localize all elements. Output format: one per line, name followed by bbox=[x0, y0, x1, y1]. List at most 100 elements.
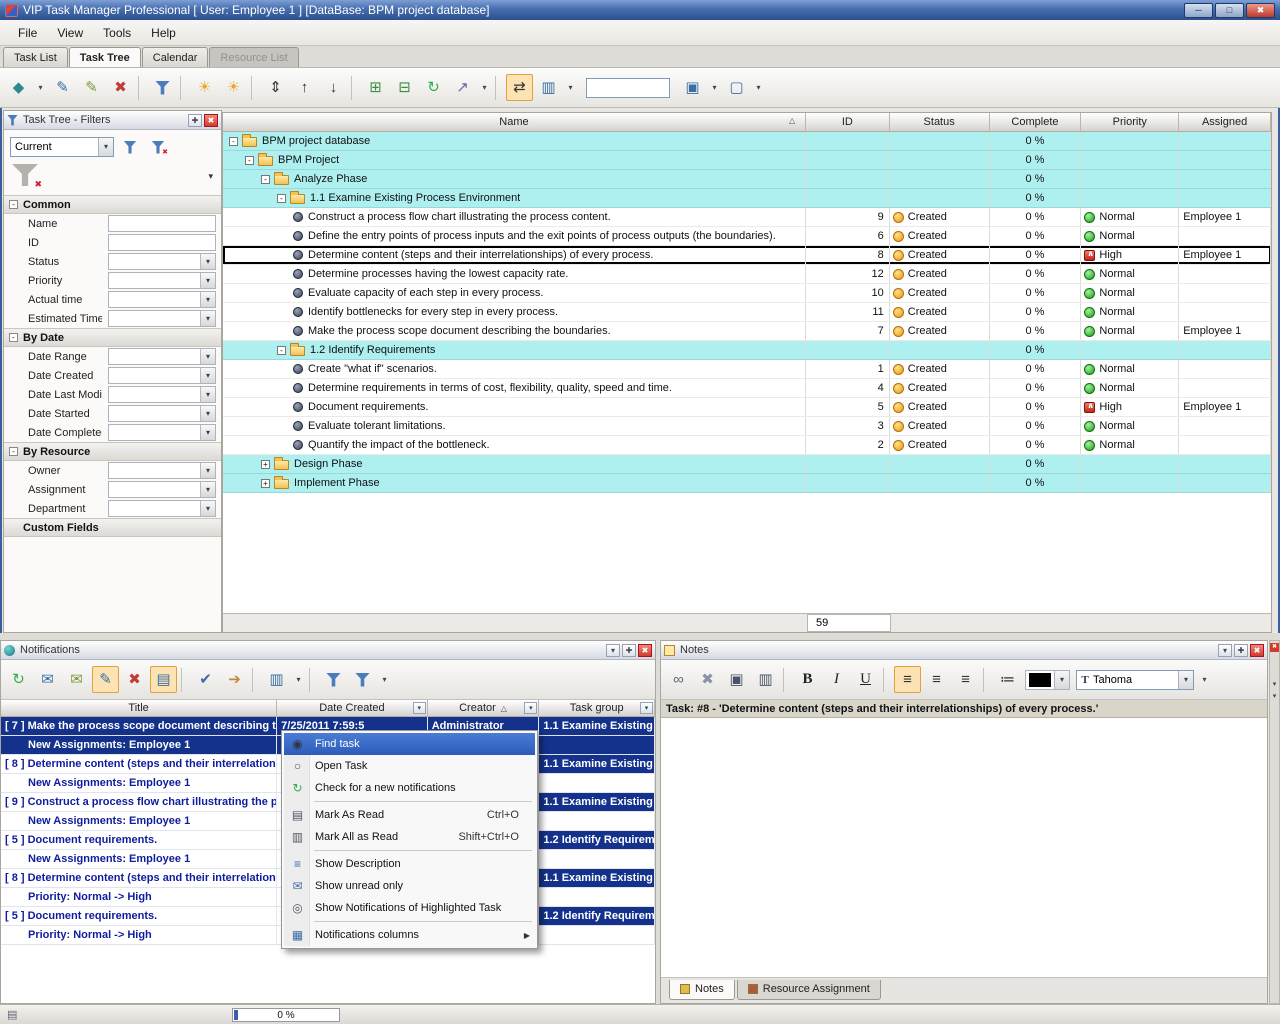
notes-tab[interactable]: Resource Assignment bbox=[737, 980, 881, 1000]
align-center-button[interactable]: ≡ bbox=[923, 666, 950, 693]
reply-notification-button[interactable]: ✉ bbox=[63, 666, 90, 693]
bullet-list-button[interactable]: ≔ bbox=[994, 666, 1021, 693]
tree-row[interactable]: - 1.2 Identify Requirements 0 % bbox=[223, 341, 1271, 360]
move-down-button[interactable]: ↓ bbox=[320, 74, 347, 101]
tree-row[interactable]: Create "what if" scenarios. 1 Created 0 … bbox=[223, 360, 1271, 379]
view-tab[interactable]: Calendar bbox=[142, 47, 209, 67]
pin-icon[interactable]: ✚ bbox=[622, 644, 636, 657]
columns-button[interactable]: ▥ bbox=[535, 74, 562, 101]
view-tab[interactable]: Task Tree bbox=[69, 47, 141, 67]
tree-row[interactable]: Construct a process flow chart illustrat… bbox=[223, 208, 1271, 227]
filter-value-select[interactable]: ▾ bbox=[108, 462, 216, 479]
filter-value-select[interactable]: ▾ bbox=[108, 291, 216, 308]
underline-button[interactable]: U bbox=[852, 666, 879, 693]
column-header[interactable]: Task group ▾ bbox=[539, 700, 655, 716]
menu-mark-all-as-read[interactable]: ▥ Mark All as Read Shift+Ctrl+O bbox=[284, 826, 535, 848]
new-task-dropdown[interactable]: ▾ bbox=[34, 74, 47, 101]
align-right-button[interactable]: ≡ bbox=[952, 666, 979, 693]
update-status-button[interactable]: ☀ bbox=[191, 74, 218, 101]
filter-value-select[interactable]: ▾ bbox=[108, 310, 216, 327]
column-header[interactable]: Date Created ▾ bbox=[277, 700, 428, 716]
collapse-icon[interactable]: - bbox=[9, 447, 18, 456]
filter-dropdown[interactable]: ▾ bbox=[378, 666, 391, 693]
menu-show-notifications-of-highlighted-task[interactable]: ◎ Show Notifications of Highlighted Task bbox=[284, 897, 535, 919]
menu-open-task[interactable]: ○ Open Task bbox=[284, 755, 535, 777]
filter-value-select[interactable]: ▾ bbox=[108, 272, 216, 289]
refresh-notifications-button[interactable]: ↻ bbox=[5, 666, 32, 693]
menu-show-unread-only[interactable]: ✉ Show unread only bbox=[284, 875, 535, 897]
filter-value-select[interactable]: ▾ bbox=[108, 234, 216, 251]
menu-item[interactable]: View bbox=[47, 22, 93, 44]
expander-icon[interactable]: - bbox=[245, 156, 254, 165]
search-input[interactable] bbox=[586, 78, 670, 98]
menu-item[interactable]: Tools bbox=[93, 22, 141, 44]
font-select[interactable]: T Tahoma ▾ bbox=[1076, 670, 1194, 690]
tree-row[interactable]: Evaluate tolerant limitations. 3 Created… bbox=[223, 417, 1271, 436]
form-editor-button[interactable]: ▣ bbox=[679, 74, 706, 101]
tree-row[interactable]: + Design Phase 0 % bbox=[223, 455, 1271, 474]
expander-icon[interactable]: + bbox=[261, 479, 270, 488]
font-size-dropdown[interactable]: ▾ bbox=[1198, 666, 1211, 693]
menu-item[interactable]: Help bbox=[141, 22, 186, 44]
delete-note-button[interactable]: ✖ bbox=[694, 666, 721, 693]
tree-row[interactable]: Define the entry points of process input… bbox=[223, 227, 1271, 246]
filter-button[interactable] bbox=[149, 74, 176, 101]
expander-icon[interactable]: + bbox=[261, 460, 270, 469]
filter-group-header[interactable]: - By Resource bbox=[4, 442, 221, 461]
close-icon[interactable]: ✖ bbox=[1250, 644, 1264, 657]
show-description-button[interactable]: ▤ bbox=[150, 666, 177, 693]
tree-row[interactable]: Determine processes having the lowest ca… bbox=[223, 265, 1271, 284]
duplicate-task-button[interactable]: ✎ bbox=[78, 74, 105, 101]
chevron-down-icon[interactable]: ▾ bbox=[1273, 680, 1277, 688]
column-header[interactable]: Creator △ ▾ bbox=[428, 700, 540, 716]
delete-task-button[interactable]: ✖ bbox=[107, 74, 134, 101]
close-icon[interactable]: ✖ bbox=[638, 644, 652, 657]
column-header[interactable]: Priority bbox=[1081, 113, 1179, 131]
columns-button[interactable]: ▥ bbox=[263, 666, 290, 693]
collapse-all-button[interactable]: ⊟ bbox=[391, 74, 418, 101]
menu-item[interactable]: File bbox=[8, 22, 47, 44]
align-left-button[interactable]: ≡ bbox=[894, 666, 921, 693]
filter-value-select[interactable]: ▾ bbox=[108, 215, 216, 232]
filter-dropdown-icon[interactable]: ▾ bbox=[524, 702, 537, 714]
edit-status-button[interactable]: ☀ bbox=[220, 74, 247, 101]
menu-find-task[interactable]: ◉ Find task bbox=[284, 733, 535, 755]
form-editor-dropdown[interactable]: ▾ bbox=[708, 74, 721, 101]
export-button[interactable]: ↗ bbox=[449, 74, 476, 101]
delete-notification-button[interactable]: ✖ bbox=[121, 666, 148, 693]
collapse-icon[interactable]: - bbox=[9, 200, 18, 209]
filter-group-header[interactable]: - Common bbox=[4, 195, 221, 214]
toggle-layout-button[interactable]: ⇄ bbox=[506, 74, 533, 101]
tree-row[interactable]: - 1.1 Examine Existing Process Environme… bbox=[223, 189, 1271, 208]
expand-all-button[interactable]: ⊞ bbox=[362, 74, 389, 101]
menu-check-new-notifications[interactable]: ↻ Check for a new notifications bbox=[284, 777, 535, 799]
filter-value-select[interactable]: ▾ bbox=[108, 386, 216, 403]
maximize-button[interactable]: □ bbox=[1215, 3, 1244, 18]
print-preview-button[interactable]: ▥ bbox=[752, 666, 779, 693]
column-header[interactable]: Complete bbox=[990, 113, 1082, 131]
filter-preset-select[interactable]: Current ▾ bbox=[10, 137, 114, 157]
filter-value-select[interactable]: ▾ bbox=[108, 253, 216, 270]
tree-row[interactable]: - BPM Project 0 % bbox=[223, 151, 1271, 170]
refresh-button[interactable]: ↻ bbox=[420, 74, 447, 101]
tree-row[interactable]: Determine content (steps and their inter… bbox=[223, 246, 1271, 265]
tree-row[interactable]: + Implement Phase 0 % bbox=[223, 474, 1271, 493]
column-header[interactable]: Assigned bbox=[1179, 113, 1271, 131]
horizontal-splitter[interactable] bbox=[0, 633, 1280, 640]
tree-row[interactable]: Make the process scope document describi… bbox=[223, 322, 1271, 341]
italic-button[interactable]: I bbox=[823, 666, 850, 693]
bold-button[interactable]: B bbox=[794, 666, 821, 693]
tree-row[interactable]: Document requirements. 5 Created 0 % Hig… bbox=[223, 398, 1271, 417]
notes-tab[interactable]: Notes bbox=[669, 980, 735, 1000]
dock-icon[interactable]: ▾ bbox=[606, 644, 620, 657]
column-header[interactable]: ID bbox=[806, 113, 890, 131]
column-header[interactable]: Status bbox=[890, 113, 990, 131]
clear-filter-button[interactable]: ✖ bbox=[146, 136, 170, 158]
view-options-dropdown[interactable]: ▾ bbox=[752, 74, 765, 101]
tree-row[interactable]: - BPM project database 0 % bbox=[223, 132, 1271, 151]
tree-row[interactable]: - Analyze Phase 0 % bbox=[223, 170, 1271, 189]
minimize-button[interactable]: ─ bbox=[1184, 3, 1213, 18]
filter-value-select[interactable]: ▾ bbox=[108, 481, 216, 498]
insert-object-button[interactable]: ∞ bbox=[665, 666, 692, 693]
menu-notifications-columns[interactable]: ▦ Notifications columns ▶ bbox=[284, 924, 535, 946]
